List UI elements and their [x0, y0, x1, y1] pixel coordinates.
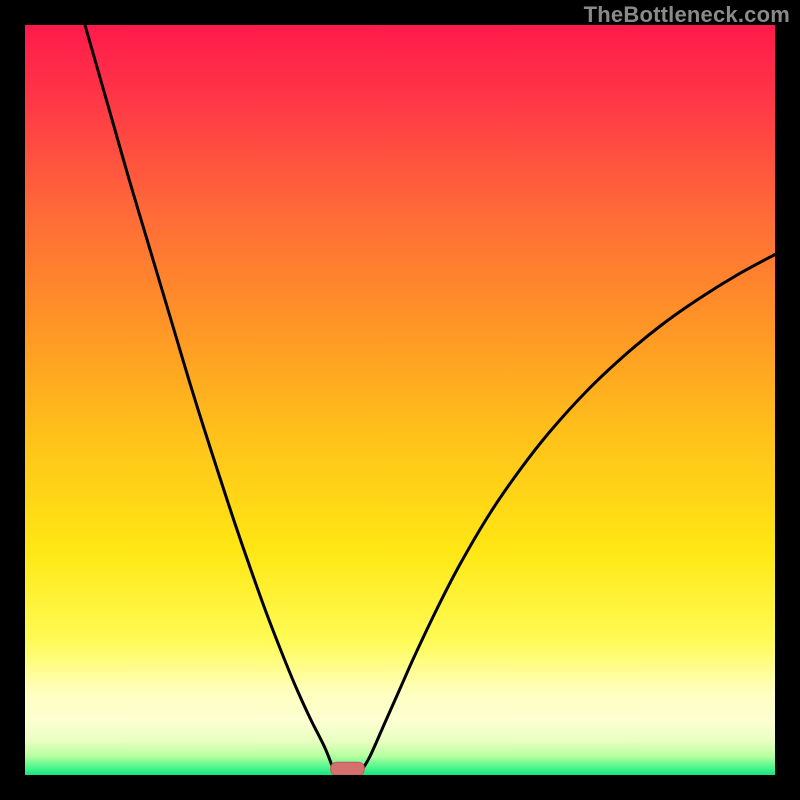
chart-frame: TheBottleneck.com: [0, 0, 800, 800]
watermark-text: TheBottleneck.com: [584, 2, 790, 28]
gradient-background: [25, 25, 775, 775]
chart-plot: [25, 25, 775, 775]
bottleneck-marker: [331, 762, 365, 775]
